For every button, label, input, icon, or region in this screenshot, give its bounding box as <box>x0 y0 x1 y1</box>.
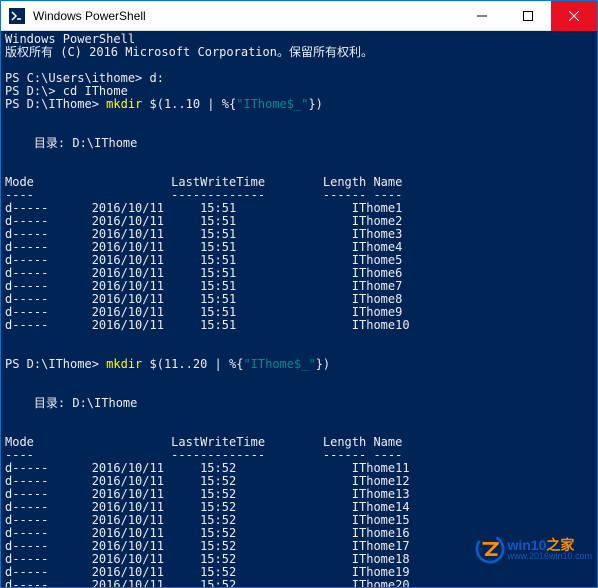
powershell-icon <box>9 8 25 24</box>
prompt-line: PS D:\IThome> mkdir $(1..10 | %{"IThome$… <box>5 98 593 111</box>
table-row: d----- 2016/10/11 15:51 IThome10 <box>5 319 593 332</box>
maximize-button[interactable] <box>505 1 551 31</box>
titlebar[interactable]: Windows PowerShell <box>1 1 597 31</box>
window-title: Windows PowerShell <box>33 9 459 23</box>
powershell-window: Windows PowerShell Windows PowerShell版权所… <box>0 0 598 588</box>
minimize-button[interactable] <box>459 1 505 31</box>
terminal-output[interactable]: Windows PowerShell版权所有 (C) 2016 Microsof… <box>1 31 597 587</box>
table-row: d----- 2016/10/11 15:52 IThome20 <box>5 579 593 587</box>
close-button[interactable] <box>551 1 597 31</box>
banner-line: 版权所有 (C) 2016 Microsoft Corporation。保留所有… <box>5 46 593 59</box>
window-controls <box>459 1 597 31</box>
directory-header: 目录: D:\IThome <box>5 137 593 150</box>
prompt-line: PS D:\IThome> mkdir $(11..20 | %{"IThome… <box>5 358 593 371</box>
directory-header: 目录: D:\IThome <box>5 397 593 410</box>
